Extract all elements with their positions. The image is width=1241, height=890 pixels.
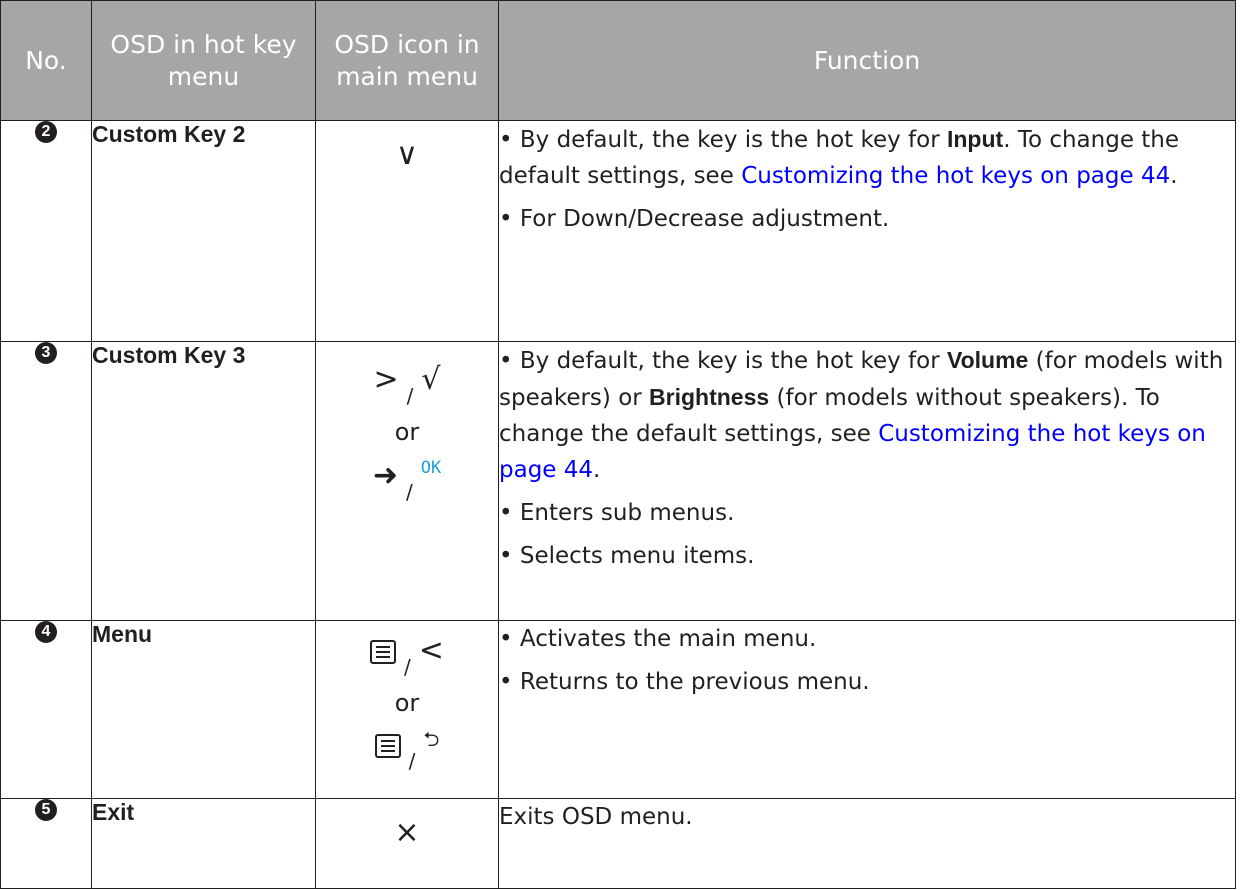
header-osd-hot-key: OSD in hot key menu	[91, 0, 316, 121]
row-number-badge: 2	[35, 121, 57, 143]
chevron-down-icon: ∨	[396, 137, 418, 172]
header-osd-icon-main: OSD icon in main menu	[315, 0, 499, 121]
function-bullet: • Activates the main menu.	[499, 626, 817, 652]
separator: /	[405, 480, 413, 504]
row-name: Exit	[91, 798, 316, 889]
or-label: or	[394, 418, 420, 446]
function-bullet: • By default, the key is the hot key for…	[499, 121, 1235, 194]
table-row: 2 Custom Key 2 ∨ • By default, the key i…	[0, 120, 1236, 342]
function-bullet: Exits OSD menu.	[499, 804, 693, 830]
function-bullet: • By default, the key is the hot key for…	[499, 342, 1235, 488]
osd-function-table: No. OSD in hot key menu OSD icon in main…	[0, 0, 1236, 889]
function-text: .	[1170, 163, 1178, 189]
function-bullet: • Enters sub menus.	[499, 500, 735, 526]
row-number-cell: 4	[0, 620, 92, 799]
table-row: 4 Menu / < or /⮌ • Activates the main men…	[0, 620, 1236, 799]
row-name: Custom Key 2	[91, 120, 316, 342]
row-number-cell: 2	[0, 120, 92, 342]
row-function: • Activates the main menu. • Returns to …	[498, 620, 1236, 799]
row-number-cell: 5	[0, 798, 92, 889]
customizing-hot-keys-link[interactable]: Customizing the hot keys on page 44	[741, 163, 1170, 189]
row-function: • By default, the key is the hot key for…	[498, 341, 1236, 621]
header-function: Function	[498, 0, 1236, 121]
function-emphasis: Volume	[946, 347, 1029, 373]
row-icon-cell: > / √ or ➜ / OK	[315, 341, 499, 621]
row-icon-cell: ×	[315, 798, 499, 889]
function-bullet: • Returns to the previous menu.	[499, 669, 870, 695]
row-function: Exits OSD menu.	[498, 798, 1236, 889]
function-bullet: • For Down/Decrease adjustment.	[499, 206, 890, 232]
arrow-right-icon: ➜	[372, 458, 398, 493]
close-icon: ×	[394, 815, 420, 850]
row-number-badge: 5	[35, 799, 57, 821]
separator: /	[406, 384, 414, 408]
row-name: Custom Key 3	[91, 341, 316, 621]
separator: /	[404, 655, 411, 679]
menu-icon	[370, 640, 397, 664]
row-number-badge: 4	[35, 621, 57, 643]
row-function: • By default, the key is the hot key for…	[498, 120, 1236, 342]
function-text: • By default, the key is the hot key for	[499, 348, 947, 374]
back-arrow-icon: ⮌	[423, 727, 440, 751]
separator: /	[408, 749, 416, 773]
row-number-cell: 3	[0, 341, 92, 621]
icon-group: / <	[316, 631, 498, 685]
header-row: No. OSD in hot key menu OSD icon in main…	[0, 0, 1236, 121]
function-bullet: • Selects menu items.	[499, 543, 755, 569]
ok-icon: OK	[420, 458, 442, 478]
table-row: 3 Custom Key 3 > / √ or ➜ / OK • By default,…	[0, 341, 1236, 621]
icon-group: ➜ / OK	[316, 450, 498, 510]
icon-group: > / √	[316, 360, 498, 414]
icon-group: /⮌	[316, 721, 498, 779]
function-text: .	[593, 457, 601, 483]
chevron-right-icon: >	[373, 362, 399, 397]
row-icon-cell: ∨	[315, 120, 499, 342]
menu-icon	[374, 734, 401, 758]
row-name: Menu	[91, 620, 316, 799]
chevron-left-icon: <	[418, 633, 444, 668]
header-no: No.	[0, 0, 92, 121]
check-icon: √	[421, 362, 441, 397]
function-emphasis: Input	[946, 126, 1004, 152]
function-emphasis: Brightness	[649, 384, 770, 410]
row-icon-cell: / < or /⮌	[315, 620, 499, 799]
or-label: or	[394, 689, 420, 717]
row-number-badge: 3	[35, 342, 57, 364]
table-row: 5 Exit × Exits OSD menu.	[0, 798, 1236, 889]
function-text: • By default, the key is the hot key for	[499, 127, 947, 153]
